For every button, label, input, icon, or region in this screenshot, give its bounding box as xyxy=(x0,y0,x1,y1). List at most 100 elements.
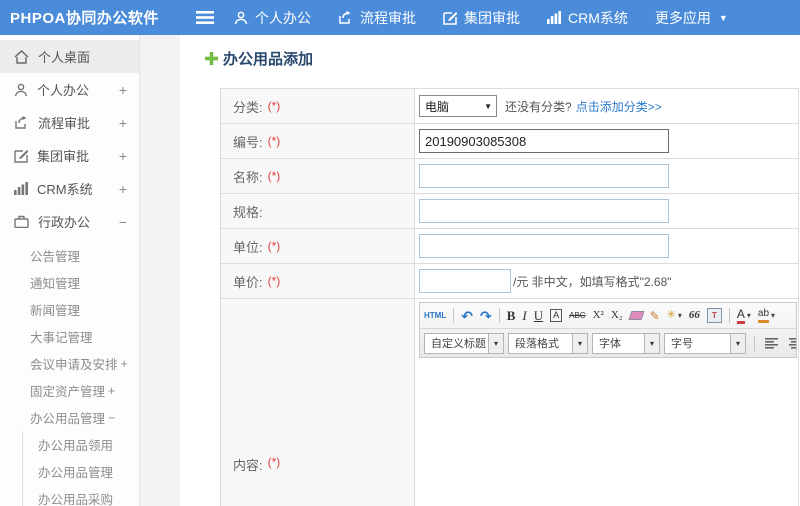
sidebar-item-group-approval[interactable]: 集团审批 + xyxy=(0,139,139,172)
sidebar: 个人桌面 个人办公 + 流程审批 + 集团审批 + CRM系统 + 行政办公 −… xyxy=(0,35,140,506)
spec-input[interactable] xyxy=(419,199,669,223)
editor-toolbar: HTML ↶ ↷ B I U A ABC X² X₂ ✎ ✳ ▾ 66 T A … xyxy=(419,302,797,358)
add-category-link[interactable]: 点击添加分类>> xyxy=(576,98,662,115)
nav-item-label: 流程审批 xyxy=(360,9,416,26)
field-value xyxy=(415,124,798,158)
strikethrough-button[interactable]: ABC xyxy=(569,311,585,320)
name-input[interactable] xyxy=(419,164,669,188)
font-color-button[interactable]: A ▾ xyxy=(736,308,751,324)
sidebar-item-desktop[interactable]: 个人桌面 xyxy=(0,40,139,73)
sub-item-label: 办公用品领用 xyxy=(38,439,114,453)
sidebar-item-admin-office[interactable]: 行政办公 − xyxy=(0,205,139,238)
autotypeset-button[interactable]: ✳ ▾ xyxy=(667,310,682,321)
font-family-dropdown[interactable]: 字体 ▾ xyxy=(592,332,660,354)
collapse-minus-icon[interactable]: − xyxy=(108,411,115,425)
chevron-down-icon: ▾ xyxy=(730,333,745,353)
field-label: 单价: (*) xyxy=(221,264,415,298)
sidebar-item-supplies-claim[interactable]: 办公用品领用 xyxy=(23,431,139,458)
toolbar-divider xyxy=(453,308,455,323)
sidebar-item-personal-office[interactable]: 个人办公 + xyxy=(0,73,139,106)
expand-plus-icon[interactable]: + xyxy=(119,181,127,197)
price-input[interactable] xyxy=(419,269,511,293)
superscript-button[interactable]: X² xyxy=(593,310,604,321)
nav-item-group-approval[interactable]: 集团审批 xyxy=(443,8,520,28)
price-format-hint: /元 非中文，如填写格式"2.68" xyxy=(513,274,672,289)
sidebar-item-events[interactable]: 大事记管理 xyxy=(0,323,139,350)
expand-plus-icon[interactable]: + xyxy=(119,148,127,164)
sub-item-label: 大事记管理 xyxy=(30,331,93,345)
blockquote-button[interactable]: 66 xyxy=(689,310,700,321)
subscript-button[interactable]: X₂ xyxy=(611,310,623,321)
sidebar-item-announcements[interactable]: 公告管理 xyxy=(0,242,139,269)
bar-chart-icon xyxy=(14,182,28,195)
sidebar-item-notices[interactable]: 通知管理 xyxy=(0,269,139,296)
expand-plus-icon[interactable]: + xyxy=(119,82,127,98)
chevron-down-icon: ▾ xyxy=(644,333,659,353)
field-label: 单位: (*) xyxy=(221,229,415,263)
home-icon xyxy=(14,49,29,64)
no-category-text: 还没有分类? xyxy=(505,99,572,114)
paragraph-format-dropdown[interactable]: 段落格式 ▾ xyxy=(508,332,588,354)
sidebar-item-office-supplies[interactable]: 办公用品管理 − xyxy=(0,404,139,431)
sidebar-item-supplies-manage[interactable]: 办公用品管理 xyxy=(23,458,139,485)
field-value xyxy=(415,159,798,193)
expand-plus-icon[interactable]: + xyxy=(119,115,127,131)
label-text: 内容: xyxy=(233,458,263,473)
align-left-button[interactable] xyxy=(765,337,779,349)
top-header: PHPOA协同办公软件 个人办公 流程审批 集团审批 CRM系统 更多应用 ▼ xyxy=(0,0,800,35)
paste-plain-button[interactable]: T xyxy=(706,308,722,323)
field-value: 电脑 ▼ 还没有分类? 点击添加分类>> xyxy=(415,89,798,123)
back-color-icon: ab xyxy=(757,308,770,323)
editor-toolbar-row1: HTML ↶ ↷ B I U A ABC X² X₂ ✎ ✳ ▾ 66 T A … xyxy=(420,303,796,328)
sidebar-item-process-approval[interactable]: 流程审批 + xyxy=(0,106,139,139)
hamburger-menu-icon[interactable] xyxy=(196,11,214,24)
nav-item-process-approval[interactable]: 流程审批 xyxy=(338,8,416,28)
italic-button[interactable]: I xyxy=(522,309,526,322)
background-color-button[interactable]: ab ▾ xyxy=(757,308,776,323)
sidebar-item-meetings[interactable]: 会议申请及安排 + xyxy=(0,350,139,377)
bold-button[interactable]: B xyxy=(507,309,516,322)
chevron-down-icon: ▾ xyxy=(771,310,776,320)
sidebar-item-fixed-assets[interactable]: 固定资产管理 + xyxy=(0,377,139,404)
editor-content-area[interactable] xyxy=(419,358,797,506)
nav-item-crm[interactable]: CRM系统 xyxy=(547,8,628,28)
font-size-dropdown[interactable]: 字号 ▾ xyxy=(664,332,746,354)
source-code-button[interactable]: HTML xyxy=(424,311,446,320)
redo-button[interactable]: ↷ xyxy=(480,309,492,323)
person-icon xyxy=(14,83,28,97)
code-input[interactable] xyxy=(419,129,669,153)
nav-item-more-apps[interactable]: 更多应用 ▼ xyxy=(655,8,728,28)
format-brush-button[interactable]: ✎ xyxy=(650,310,660,322)
sidebar-item-supplies-purchase[interactable]: 办公用品采购 xyxy=(23,485,139,506)
office-supplies-submenu: 办公用品领用 办公用品管理 办公用品采购 xyxy=(22,431,139,506)
underline-button[interactable]: U xyxy=(534,309,543,322)
sidebar-item-label: 行政办公 xyxy=(38,215,91,230)
person-icon xyxy=(234,11,248,25)
align-center-button[interactable] xyxy=(789,337,796,349)
expand-plus-icon[interactable]: + xyxy=(121,357,128,371)
custom-title-dropdown[interactable]: 自定义标题 ▾ xyxy=(424,332,504,354)
sub-item-label: 办公用品管理 xyxy=(30,412,106,426)
category-select[interactable]: 电脑 ▼ xyxy=(419,95,497,117)
sidebar-item-news[interactable]: 新闻管理 xyxy=(0,296,139,323)
sidebar-item-crm[interactable]: CRM系统 + xyxy=(0,172,139,205)
char-border-button[interactable]: A xyxy=(550,309,563,322)
required-mark: (*) xyxy=(267,239,281,253)
sidebar-gutter xyxy=(140,35,180,506)
field-label: 名称: (*) xyxy=(221,159,415,193)
magic-wand-icon: ✳ xyxy=(666,309,676,321)
eraser-button[interactable] xyxy=(628,311,645,320)
bar-chart-icon xyxy=(547,11,561,24)
nav-item-personal-office[interactable]: 个人办公 xyxy=(234,8,311,28)
unit-input[interactable] xyxy=(419,234,669,258)
sidebar-item-label: 个人办公 xyxy=(37,83,90,98)
nav-item-label: 个人办公 xyxy=(255,9,311,26)
undo-button[interactable]: ↶ xyxy=(461,309,473,323)
collapse-minus-icon[interactable]: − xyxy=(119,214,127,230)
chevron-down-icon: ▼ xyxy=(718,12,728,23)
field-value: /元 非中文，如填写格式"2.68" xyxy=(415,264,798,298)
required-mark: (*) xyxy=(267,99,281,113)
eraser-icon xyxy=(628,311,645,320)
edit-pencil-icon xyxy=(443,11,457,25)
expand-plus-icon[interactable]: + xyxy=(108,384,115,398)
